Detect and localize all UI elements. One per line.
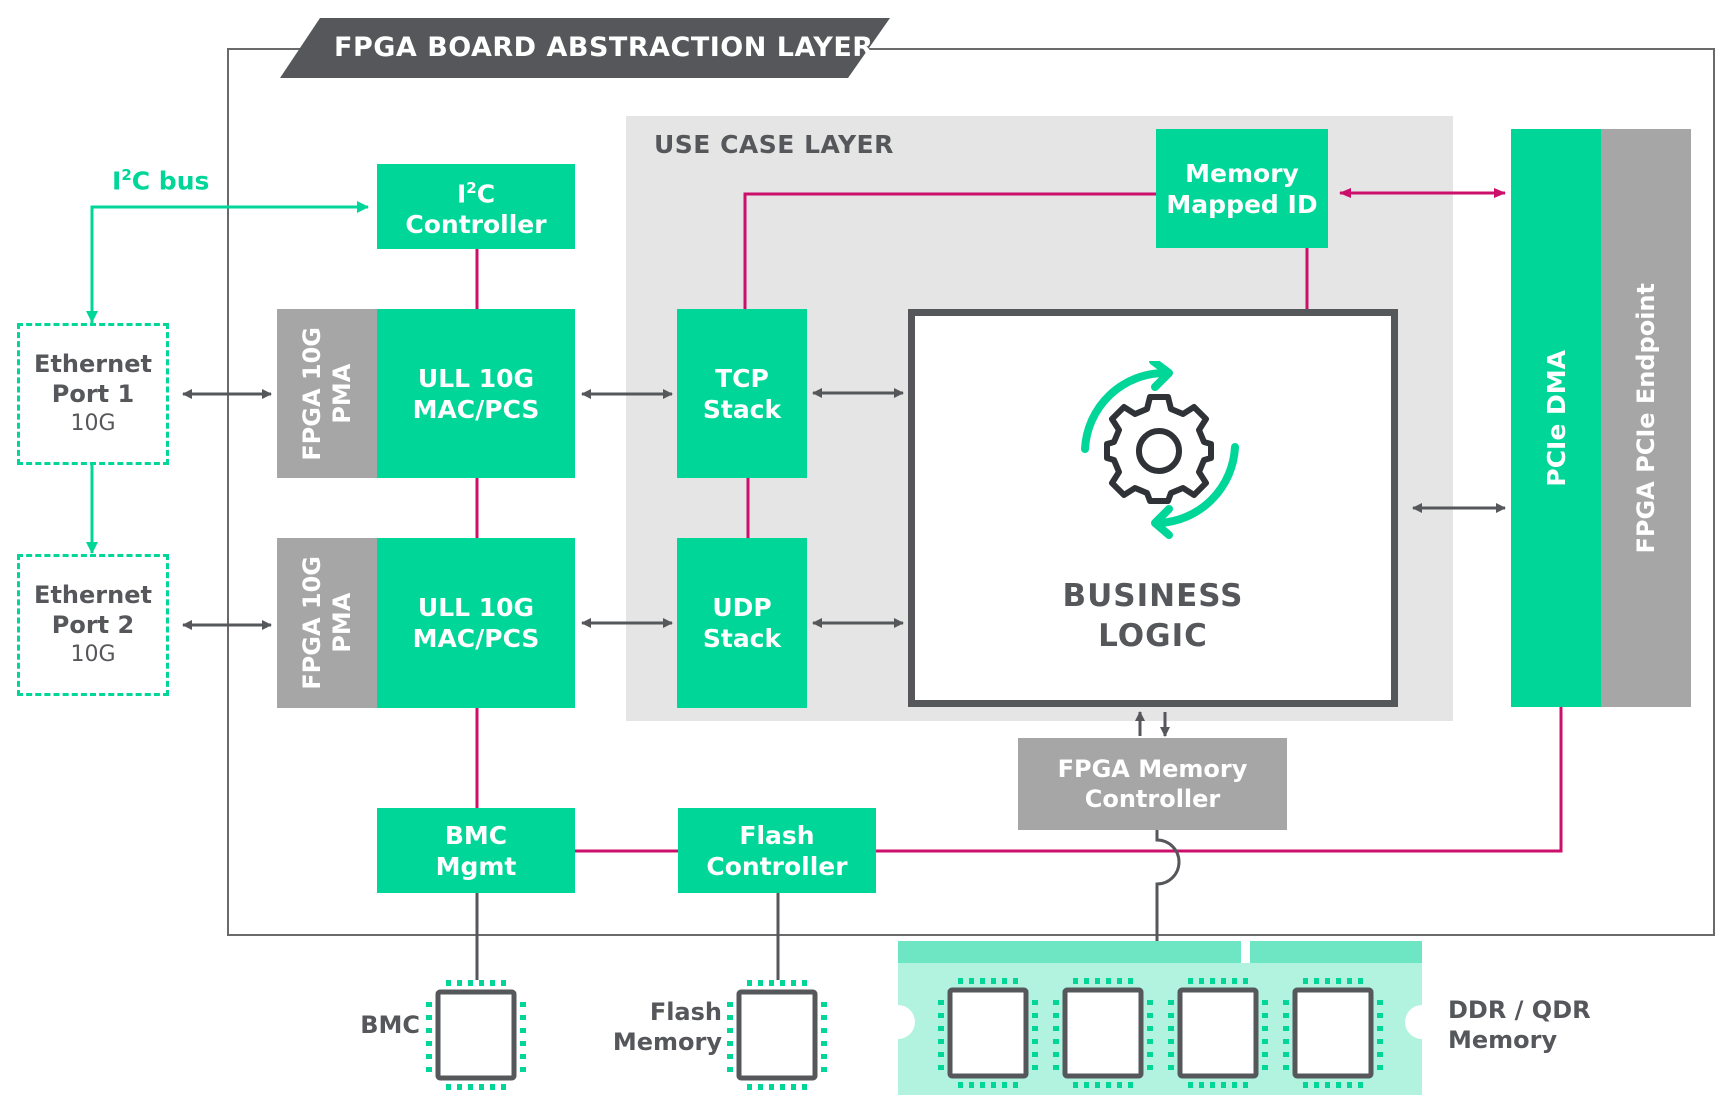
- i2c-bus-label-sup: 2: [121, 166, 132, 184]
- pcie-dma-label: PCIe DMA: [1541, 349, 1571, 487]
- i2c-controller-block[interactable]: I2C Controller: [377, 164, 575, 249]
- mac-pcs-block-2[interactable]: ULL 10G MAC/PCS: [377, 538, 575, 708]
- pma-block-2[interactable]: FPGA 10G PMA: [277, 538, 377, 708]
- i2c-controller-sup: 2: [466, 178, 477, 197]
- tcp-line2: Stack: [702, 394, 782, 424]
- pma-block-2-label: FPGA 10G PMA: [297, 556, 357, 690]
- ethernet-port-1-number: Port 1: [51, 380, 135, 408]
- bmc-label: BMC: [360, 1011, 420, 1039]
- bmc-mgmt-line2: Mgmt: [435, 851, 517, 881]
- title-banner: FPGA BOARD ABSTRACTION LAYER: [280, 18, 890, 78]
- pma-block-1[interactable]: FPGA 10G PMA: [277, 309, 377, 478]
- pcie-endpoint-block[interactable]: FPGA PCIe Endpoint: [1601, 129, 1691, 707]
- tcp-line1: TCP: [715, 363, 769, 393]
- page-title: FPGA BOARD ABSTRACTION LAYER: [334, 32, 874, 63]
- pma-1-line1: FPGA 10G: [298, 326, 326, 461]
- bmc-mgmt-line1: BMC: [444, 820, 508, 850]
- i2c-controller-i: I: [456, 179, 467, 209]
- ddr-memory-line2: Memory: [1448, 1026, 1558, 1054]
- ddr-chip-icon: [1168, 978, 1268, 1088]
- pma-2-line2: PMA: [328, 592, 356, 654]
- mac-pcs-2-line2: MAC/PCS: [412, 624, 540, 653]
- mac-pcs-2-line1: ULL 10G: [417, 593, 535, 622]
- flash-memory-line1: Flash: [649, 998, 722, 1026]
- pma-block-1-label: FPGA 10G PMA: [297, 327, 357, 461]
- pcie-dma-block[interactable]: PCIe DMA: [1511, 129, 1601, 707]
- gear-cycle-icon: [1081, 361, 1239, 539]
- flash-memory-label: Flash Memory: [600, 997, 722, 1057]
- memory-mapped-id-line1: Memory: [1185, 158, 1299, 188]
- ddr-memory-module: [881, 941, 1439, 1095]
- udp-line2: Stack: [702, 624, 782, 653]
- tcp-stack-block[interactable]: TCP Stack: [677, 309, 807, 478]
- flash-controller-block[interactable]: Flash Controller: [678, 808, 876, 893]
- flash-controller-line2: Controller: [706, 851, 848, 881]
- memory-mapped-id-line2: Mapped ID: [1166, 189, 1318, 219]
- flash-memory-line2: Memory: [612, 1028, 722, 1056]
- i2c-bus-label: I2C bus: [112, 166, 209, 195]
- bmc-chip-icon: [426, 980, 526, 1090]
- ethernet-port-1-speed: 10G: [70, 411, 116, 436]
- ethernet-port-1-title: Ethernet: [34, 350, 152, 378]
- bmc-mgmt-block[interactable]: BMC Mgmt: [377, 808, 575, 893]
- i2c-bus-label-i: I: [112, 166, 122, 196]
- i2c-controller-line1: I2C: [457, 173, 495, 209]
- ethernet-port-2-number: Port 2: [51, 611, 135, 639]
- flash-controller-line1: Flash: [739, 820, 815, 850]
- udp-stack-block[interactable]: UDP Stack: [677, 538, 807, 708]
- business-logic-line1: BUSINESS: [1062, 578, 1244, 614]
- pma-2-line1: FPGA 10G: [298, 556, 326, 690]
- ddr-chip-icon: [1283, 978, 1383, 1088]
- use-case-layer-label: USE CASE LAYER: [654, 130, 894, 159]
- i2c-bus-label-suffix: C bus: [131, 166, 210, 196]
- business-logic-line2: LOGIC: [1098, 618, 1208, 654]
- pma-1-line2: PMA: [328, 363, 356, 424]
- memory-controller-line2: Controller: [1084, 785, 1221, 813]
- ethernet-port-2[interactable]: Ethernet Port 2 10G: [17, 554, 169, 696]
- ddr-memory-label: DDR / QDR Memory: [1448, 995, 1591, 1055]
- pcie-endpoint-label: FPGA PCIe Endpoint: [1632, 282, 1660, 554]
- ddr-chip-icon: [1053, 978, 1153, 1088]
- ethernet-port-2-title: Ethernet: [34, 581, 152, 609]
- business-logic-label: BUSINESS LOGIC: [915, 576, 1391, 656]
- memory-controller-block[interactable]: FPGA Memory Controller: [1018, 738, 1287, 830]
- ddr-chip-icon: [938, 978, 1038, 1088]
- mac-pcs-block-1[interactable]: ULL 10G MAC/PCS: [377, 309, 575, 478]
- ethernet-port-2-speed: 10G: [70, 642, 116, 667]
- ethernet-port-1[interactable]: Ethernet Port 1 10G: [17, 323, 169, 465]
- i2c-controller-line2: Controller: [405, 210, 547, 240]
- flash-memory-chip-icon: [727, 980, 827, 1090]
- mac-pcs-1-line1: ULL 10G: [417, 363, 535, 393]
- ddr-memory-line1: DDR / QDR: [1448, 996, 1591, 1024]
- business-logic-block[interactable]: BUSINESS LOGIC: [908, 309, 1398, 707]
- i2c-controller-c: C: [476, 179, 496, 209]
- memory-controller-line1: FPGA Memory: [1057, 755, 1248, 783]
- mac-pcs-1-line2: MAC/PCS: [412, 394, 540, 424]
- memory-mapped-id-block[interactable]: Memory Mapped ID: [1156, 129, 1328, 248]
- udp-line1: UDP: [712, 593, 772, 622]
